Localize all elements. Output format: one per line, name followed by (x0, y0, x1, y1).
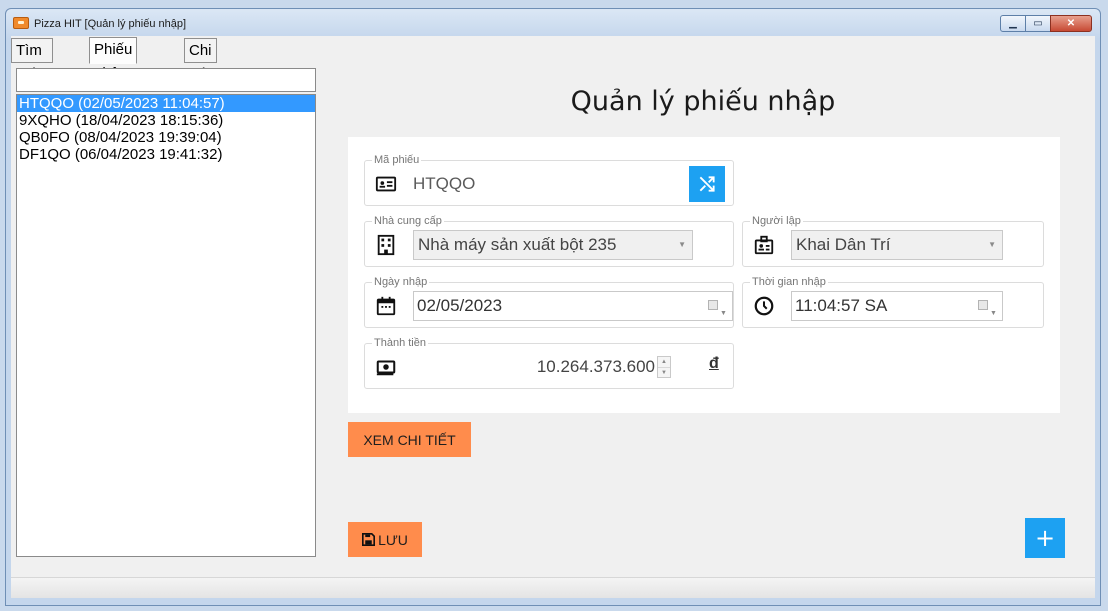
shuffle-icon (699, 176, 715, 192)
page-title: Quản lý phiếu nhập (570, 86, 836, 117)
nguoi-lap-value: Khai Dân Trí (796, 235, 891, 254)
close-button[interactable]: ✕ (1050, 15, 1092, 32)
ngay-nhap-label: Ngày nhập (372, 276, 430, 288)
clock-icon (753, 295, 775, 317)
save-label: LƯU (378, 531, 408, 548)
window-controls: ▁ ▭ ✕ (1000, 15, 1092, 32)
stepper-down-icon[interactable]: ▼ (658, 368, 670, 378)
xem-chi-tiet-label: XEM CHI TIẾT (363, 431, 456, 448)
minimize-button[interactable]: ▁ (1000, 15, 1026, 32)
id-card-icon (375, 173, 397, 195)
form-panel: Mã phiếu HTQQO Nhà cung cấp Nhà máy sản … (348, 137, 1060, 413)
floppy-disk-icon (362, 533, 376, 546)
receipt-list[interactable]: HTQQO (02/05/2023 11:04:57) 9XQHO (18/04… (16, 94, 316, 557)
status-strip (11, 577, 1095, 598)
thoi-gian-nhap-group: Thời gian nhập 11:04:57 SA ▼ (742, 277, 1044, 328)
chevron-down-icon: ▼ (678, 240, 686, 249)
currency-symbol: đ (709, 355, 719, 372)
tab-tim-kiem[interactable]: Tìm kiếm (11, 38, 53, 83)
close-icon: ✕ (1066, 18, 1076, 29)
nha-cung-cap-select[interactable]: Nhà máy sản xuất bột 235 ▼ (413, 230, 693, 260)
nha-cung-cap-value: Nhà máy sản xuất bột 235 (418, 235, 617, 254)
thanh-tien-value[interactable]: 10.264.373.600 (533, 357, 655, 377)
thanh-tien-label: Thành tiền (372, 337, 428, 349)
minimize-icon: ▁ (1009, 18, 1017, 29)
ngay-nhap-group: Ngày nhập 02/05/2023 ▼ (364, 277, 734, 328)
thanh-tien-group: Thành tiền 10.264.373.600 ▲ ▼ đ (364, 338, 734, 389)
list-item[interactable]: 9XQHO (18/04/2023 18:15:36) (17, 112, 315, 129)
chevron-down-icon: ▼ (988, 240, 996, 249)
maximize-button[interactable]: ▭ (1025, 15, 1051, 32)
nguoi-lap-group: Người lập Khai Dân Trí ▼ (742, 216, 1044, 267)
nguoi-lap-select[interactable]: Khai Dân Trí ▼ (791, 230, 1003, 260)
nha-cung-cap-group: Nhà cung cấp Nhà máy sản xuất bột 235 ▼ (364, 216, 734, 267)
building-icon (375, 234, 397, 256)
tab-chi-tiet[interactable]: Chi tiết (184, 38, 217, 83)
amount-stepper[interactable]: ▲ ▼ (657, 356, 671, 378)
stepper-up-icon[interactable]: ▲ (658, 357, 670, 368)
calendar-icon (375, 295, 397, 317)
nguoi-lap-label: Người lập (750, 215, 803, 227)
maximize-icon: ▭ (1033, 18, 1043, 29)
add-button[interactable]: + (1025, 518, 1065, 558)
list-item[interactable]: DF1QO (06/04/2023 19:41:32) (17, 146, 315, 163)
list-item[interactable]: HTQQO (02/05/2023 11:04:57) (17, 95, 315, 112)
search-input[interactable] (16, 68, 316, 92)
window-title: Pizza HIT [Quản lý phiếu nhập] (34, 18, 187, 30)
list-item[interactable]: QB0FO (08/04/2023 19:39:04) (17, 129, 315, 146)
time-dropdown-icon[interactable]: ▼ (978, 299, 998, 317)
client-area: Tìm kiếm Phiếu nhập Chi tiết HTQQO (02/0… (11, 36, 1095, 598)
thoi-gian-nhap-label: Thời gian nhập (750, 276, 828, 288)
xem-chi-tiet-button[interactable]: XEM CHI TIẾT (348, 422, 471, 457)
money-icon (375, 356, 397, 378)
ma-phieu-value[interactable]: HTQQO (413, 174, 475, 194)
plus-icon: + (1034, 524, 1056, 552)
nha-cung-cap-label: Nhà cung cấp (372, 215, 444, 227)
app-window: Pizza HIT [Quản lý phiếu nhập] ▁ ▭ ✕ Tìm… (5, 8, 1101, 606)
badge-icon (753, 234, 775, 256)
ngay-nhap-value: 02/05/2023 (417, 296, 503, 315)
calendar-dropdown-icon[interactable]: ▼ (708, 299, 728, 317)
save-button[interactable]: LƯU (348, 522, 422, 557)
ma-phieu-label: Mã phiếu (372, 154, 422, 166)
pizza-app-icon (13, 17, 29, 29)
ngay-nhap-picker[interactable]: 02/05/2023 ▼ (413, 291, 733, 321)
title-bar[interactable]: Pizza HIT [Quản lý phiếu nhập] ▁ ▭ ✕ (6, 9, 1100, 35)
tab-phieu-nhap[interactable]: Phiếu nhập (89, 37, 138, 82)
random-code-button[interactable] (689, 166, 725, 202)
thoi-gian-nhap-picker[interactable]: 11:04:57 SA ▼ (791, 291, 1003, 321)
ma-phieu-group: Mã phiếu HTQQO (364, 155, 734, 206)
thoi-gian-nhap-value: 11:04:57 SA (795, 296, 888, 315)
